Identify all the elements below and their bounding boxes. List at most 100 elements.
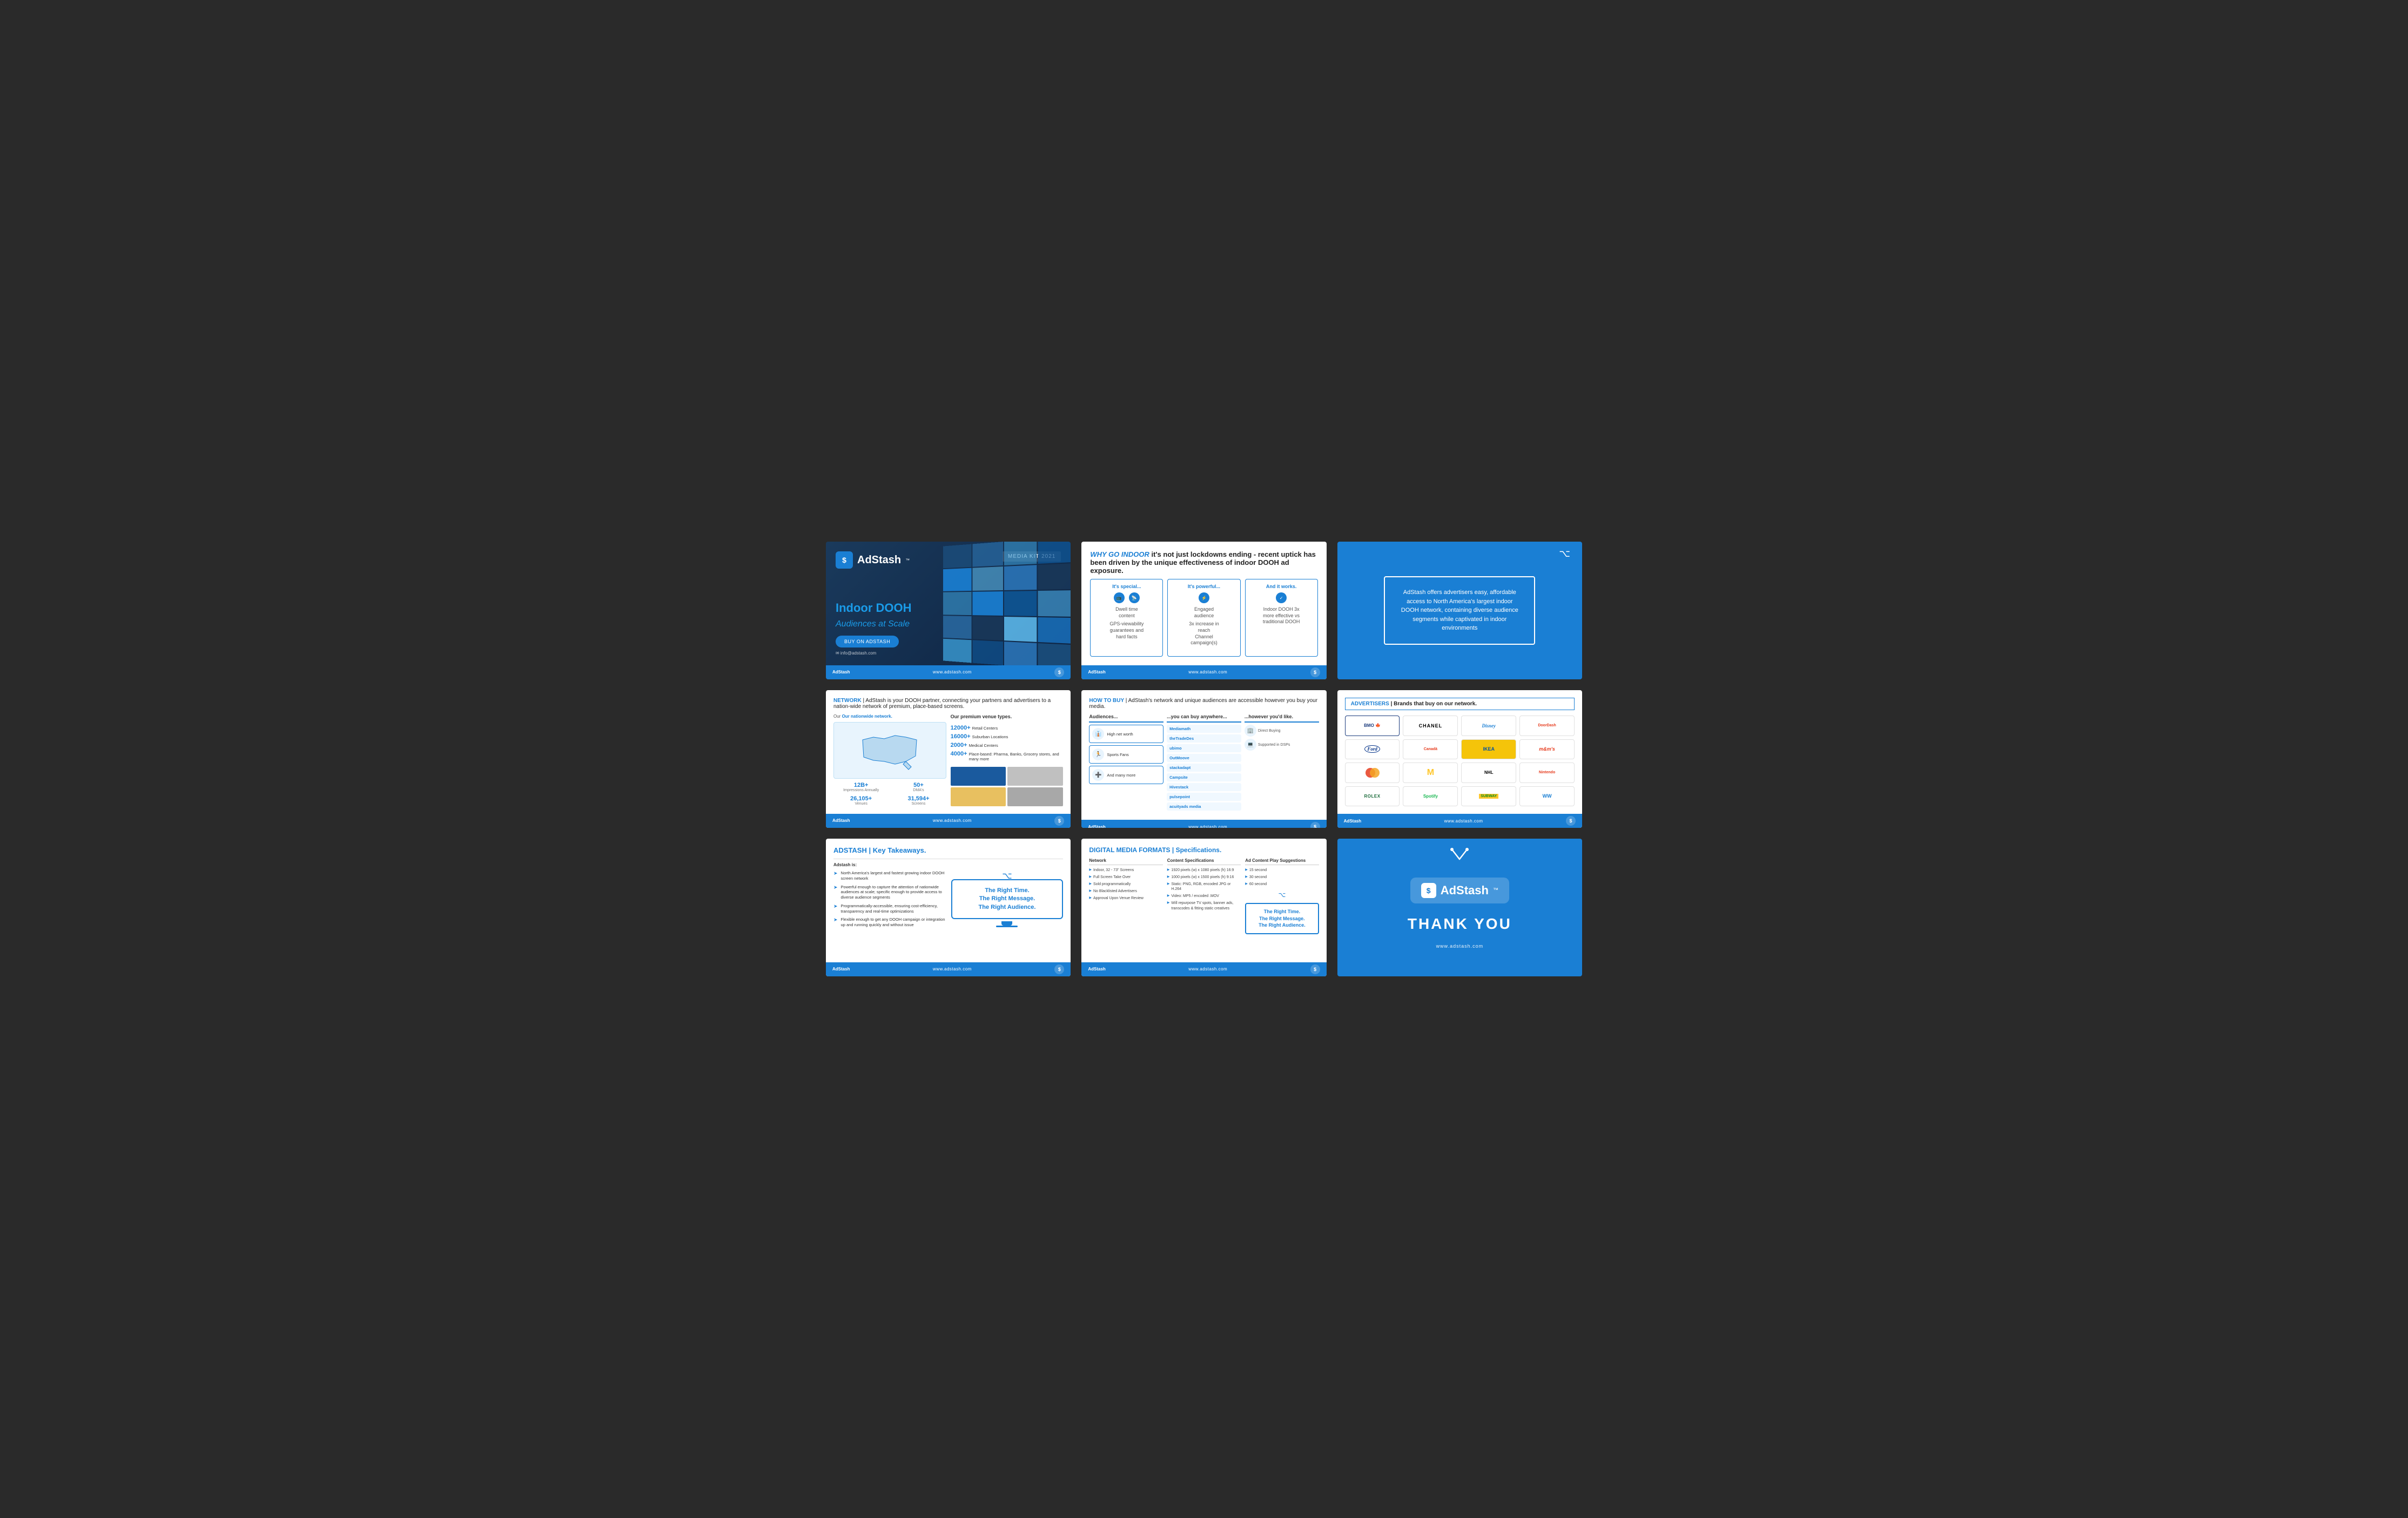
venue-list: 12000+ Retail Centers 16000+ Suburban Lo… <box>951 725 1064 764</box>
slide-1-cover: $ AdStash ™ MEDIA KIT 2021 <box>826 542 1071 679</box>
platform-thetrade: theTradeDes <box>1167 734 1241 743</box>
network-right: Our premium venue types. 12000+ Retail C… <box>951 714 1064 806</box>
venue-photos <box>951 767 1064 806</box>
footer-logo: AdStash <box>1088 670 1105 674</box>
col3-title: And it works. <box>1250 584 1313 589</box>
brand-ikea: IKEA <box>1461 739 1516 760</box>
slide-4-network: NETWORK | AdStash is your DOOH partner, … <box>826 690 1071 828</box>
col2-stat2: 3x increase inreachChannelcampaign(s) <box>1172 621 1235 646</box>
slide2-col1: It's special... 📺 📡 Dwell timecontent GP… <box>1090 579 1163 657</box>
slide9-headline: THANK YOU <box>1408 915 1512 933</box>
venue-suburban: 16000+ Suburban Locations <box>951 733 1064 740</box>
platform-outmoove: OutMoove <box>1167 754 1241 762</box>
tv-antennae-thankyou <box>1449 847 1470 863</box>
slide2-col2: It's powerful... ⚡ Engagedaudience 3x in… <box>1167 579 1240 657</box>
stat-num: 50+ <box>891 782 946 788</box>
slide7-prefix: ADSTASH <box>833 846 867 854</box>
spec-1000: 1000 pixels (w) x 1500 pixels (h) 9:16 <box>1167 875 1241 880</box>
buy-button[interactable]: BUY ON ADSTASH <box>836 636 899 647</box>
footer-icon: $ <box>1054 816 1064 826</box>
direct-col: ...however you'd like. 🏢 Direct Buying 💻… <box>1245 714 1319 812</box>
audience-more: ➕ And many more <box>1089 766 1163 784</box>
audience-label: And many more <box>1107 773 1135 778</box>
venue-photo-1 <box>951 767 1006 786</box>
col1-stat2: GPS-viewabilityguarantees andhard facts <box>1095 621 1158 640</box>
spec-programmatic: Sold programmatically <box>1089 882 1162 887</box>
direct-dsps: 💻 Supported in DSPs <box>1245 739 1319 751</box>
footer-url: www.adstash.com <box>933 818 972 823</box>
col1-icon2: 📡 <box>1129 592 1140 603</box>
spec-repurpose: Will repurpose TV spots, banner ads, tra… <box>1167 901 1241 910</box>
col2-stat1: Engagedaudience <box>1172 606 1235 619</box>
brand-ford: Ford <box>1345 739 1400 760</box>
tv-antennae-small: ⌥ <box>1279 891 1286 899</box>
stat-num: 12B+ <box>833 782 889 788</box>
takeaway-text: North America's largest and fastest grow… <box>841 871 946 881</box>
audience-icon: 🏃 <box>1092 748 1104 760</box>
direct-buying: 🏢 Direct Buying <box>1245 725 1319 737</box>
col1-title: Audiences... <box>1089 714 1163 723</box>
footer-url: www.adstash.com <box>933 967 972 971</box>
spec-static: Static: PNG, RGB, encoded JPG or H.264 <box>1167 882 1241 892</box>
slide7-headline: ADSTASH | Key Takeaways. <box>833 846 1063 854</box>
tv-small-text: The Right Time. The Right Message. The R… <box>1259 908 1306 929</box>
slide2-headline-prefix: WHY GO INDOOR <box>1090 550 1149 558</box>
slide5-footer: AdStash www.adstash.com $ <box>1081 820 1326 828</box>
takeaway-2: ➤ Powerful enough to capture the attenti… <box>833 885 946 900</box>
slide-8-formats: DIGITAL MEDIA FORMATS | Specifications. … <box>1081 839 1326 976</box>
takeaway-list: ➤ North America's largest and fastest gr… <box>833 871 946 955</box>
footer-url: www.adstash.com <box>1188 670 1227 674</box>
stat-num: 31,594+ <box>891 795 946 802</box>
slide9-logo-tm: ™ <box>1493 887 1498 893</box>
network-body: Our Our nationwide network. 12B+ Impress… <box>833 714 1063 806</box>
slide7-footer: AdStash www.adstash.com $ <box>826 962 1071 976</box>
footer-icon: $ <box>1310 667 1320 677</box>
brand-mm: m&m's <box>1519 739 1575 760</box>
slide9-logo-text: AdStash <box>1441 883 1489 898</box>
brand-mcdonalds: M <box>1403 763 1458 783</box>
platforms-col: ...you can buy anywhere... Mediamath the… <box>1167 714 1241 812</box>
platform-ubimo: ubimo <box>1167 744 1241 752</box>
slide8-body: Specifications. <box>1176 846 1222 854</box>
content-col-title: Content Specifications <box>1167 858 1241 865</box>
premium-title: Our premium venue types. <box>951 714 1064 719</box>
content-col: Content Specifications 1920 pixels (w) x… <box>1167 858 1241 955</box>
stat-num: 26,105+ <box>833 795 889 802</box>
stat-label: Venues <box>833 802 889 806</box>
slides-grid: $ AdStash ™ MEDIA KIT 2021 <box>826 542 1582 976</box>
logo-text: AdStash <box>857 554 901 566</box>
slide3-body: AdStash offers advertisers easy, afforda… <box>1398 588 1521 633</box>
takeaway-4: ➤ Flexible enough to get any DOOH campai… <box>833 917 946 928</box>
antennae-icon: ⌥ <box>1559 548 1570 559</box>
stat-screens: 31,594+ Screens <box>891 795 946 806</box>
dsps-icon: 💻 <box>1245 739 1256 751</box>
network-col-title: Network <box>1089 858 1162 865</box>
takeaway-1: ➤ North America's largest and fastest gr… <box>833 871 946 881</box>
spec-takeover: Full Screen Take Over <box>1089 875 1162 880</box>
platform-pulsepoint: pulsepoint <box>1167 793 1241 801</box>
footer-logo: AdStash <box>1088 825 1105 828</box>
platform-campsite: Campsite <box>1167 773 1241 781</box>
platform-hivestack: Hivestack <box>1167 783 1241 791</box>
takeaway-text: Programmatically-accessible, ensuring co… <box>841 903 946 914</box>
footer-icon: $ <box>1054 667 1064 677</box>
brand-nhl: NHL <box>1461 763 1516 783</box>
slide6-prefix: ADVERTISERS <box>1351 701 1389 707</box>
col3-icon1: ✓ <box>1276 592 1287 603</box>
col2-icon1: ⚡ <box>1199 592 1209 603</box>
takeaway-body: ➤ North America's largest and fastest gr… <box>833 871 1063 955</box>
slide-3-blue-text: ⌥ AdStash offers advertisers easy, affor… <box>1337 542 1582 679</box>
tv-mosaic-graphic <box>936 542 1071 665</box>
takeaway-text: Powerful enough to capture the attention… <box>841 885 946 900</box>
tv-stand <box>951 921 1064 927</box>
network-left: Our Our nationwide network. 12B+ Impress… <box>833 714 946 806</box>
tv-frame-small: The Right Time. The Right Message. The R… <box>1245 903 1319 934</box>
footer-logo: AdStash <box>832 670 850 674</box>
audience-label: Sports Fans <box>1107 752 1128 757</box>
brand-bmo: BMO 🍁 <box>1345 716 1400 736</box>
footer-logo: AdStash <box>832 967 850 971</box>
footer-logo: AdStash <box>832 818 850 823</box>
platform-mediamath: Mediamath <box>1167 725 1241 733</box>
stat-impressions: 12B+ Impressions Annually <box>833 782 889 793</box>
takeaway-3: ➤ Programmatically-accessible, ensuring … <box>833 903 946 914</box>
